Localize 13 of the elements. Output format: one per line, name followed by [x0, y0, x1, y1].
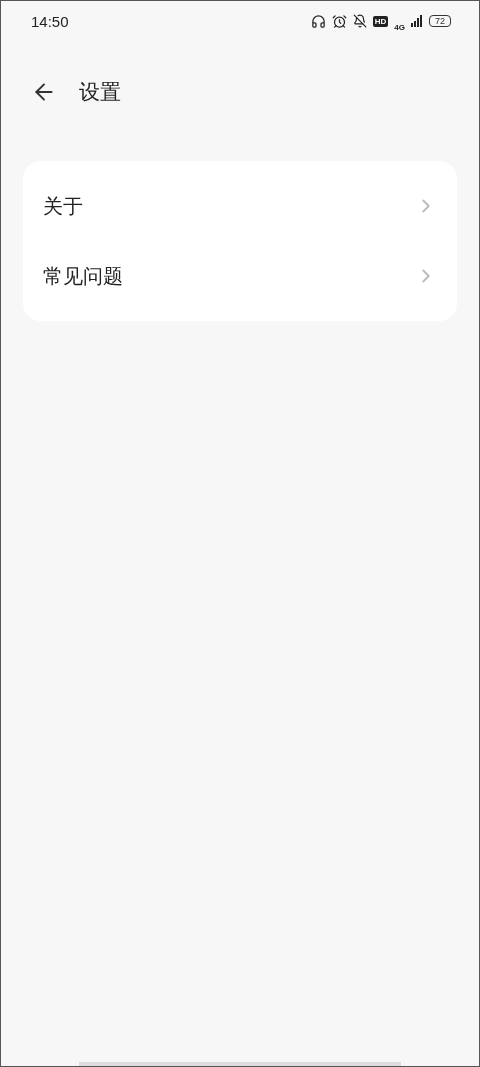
- signal-icon: [411, 15, 423, 27]
- status-time: 14:50: [31, 12, 69, 30]
- headphones-icon: [310, 13, 326, 29]
- alarm-icon: [331, 13, 347, 29]
- page-title: 设置: [79, 79, 121, 106]
- menu-label: 关于: [43, 192, 83, 220]
- battery-level: 72: [429, 15, 451, 27]
- menu-item[interactable]: 常见问题: [23, 241, 457, 311]
- hd-badge: HD: [372, 15, 389, 27]
- menu-label: 常见问题: [43, 262, 123, 290]
- bell-off-icon: [352, 14, 367, 28]
- menu-item[interactable]: 关于: [23, 171, 457, 241]
- network-label: 4G: [394, 22, 405, 32]
